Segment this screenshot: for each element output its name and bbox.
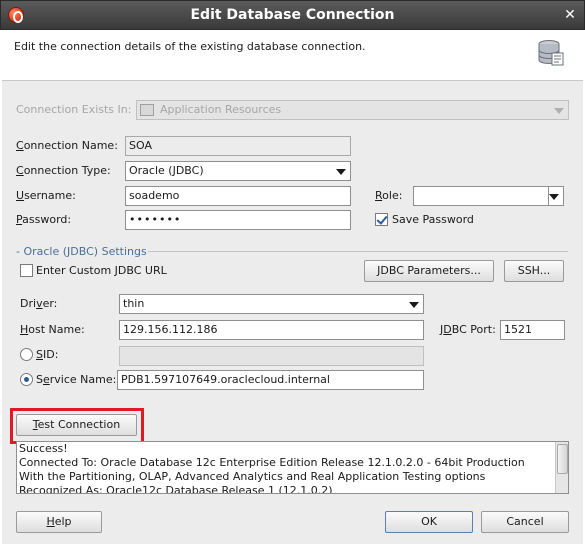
ok-button[interactable]: OK bbox=[385, 511, 473, 533]
driver-label: Driver: bbox=[20, 297, 58, 310]
connection-type-label: Connection Type: bbox=[16, 164, 111, 177]
sid-radio[interactable] bbox=[20, 348, 33, 361]
folder-icon bbox=[140, 104, 154, 116]
service-name-radio[interactable] bbox=[20, 373, 33, 386]
custom-jdbc-url-label: Enter Custom JDBC URL bbox=[36, 264, 167, 277]
log-scrollbar[interactable] bbox=[555, 442, 568, 493]
connection-name-label: Connection Name: bbox=[16, 139, 118, 152]
test-status-log[interactable]: Success! Connected To: Oracle Database 1… bbox=[16, 441, 569, 494]
username-field[interactable]: soademo bbox=[125, 186, 351, 206]
chevron-down-icon bbox=[554, 108, 564, 114]
driver-select[interactable]: thin bbox=[119, 294, 424, 314]
connection-name-field[interactable]: SOA bbox=[125, 136, 351, 156]
service-name-field[interactable]: PDB1.597107649.oraclecloud.internal bbox=[117, 370, 424, 390]
log-line: With the Partitioning, OLAP, Advanced An… bbox=[19, 470, 486, 483]
service-name-label: Service Name: bbox=[36, 373, 117, 386]
password-field[interactable]: ••••••• bbox=[125, 210, 351, 230]
connection-name-label-text: onnection Name: bbox=[23, 139, 118, 152]
save-password-label: Save Password bbox=[392, 213, 474, 226]
log-line: Recognized As: Oracle12c Database Releas… bbox=[19, 484, 333, 494]
save-password-checkbox[interactable] bbox=[375, 213, 388, 226]
role-select[interactable] bbox=[413, 186, 564, 206]
jdbc-port-field[interactable]: 1521 bbox=[500, 320, 565, 340]
dialog-header bbox=[2, 31, 583, 79]
log-line: Success! bbox=[19, 442, 68, 455]
jdbc-parameters-button[interactable]: JDBC Parameters... bbox=[364, 260, 494, 282]
connection-exists-in-value: Application Resources bbox=[160, 103, 282, 116]
scrollbar-thumb[interactable] bbox=[557, 444, 568, 474]
connection-exists-in-select[interactable]: Application Resources bbox=[136, 100, 569, 120]
driver-value: thin bbox=[123, 297, 145, 310]
chevron-down-icon bbox=[549, 194, 559, 200]
jdbc-settings-section-title: - Oracle (JDBC) Settings bbox=[16, 245, 147, 258]
window-title: Edit Database Connection bbox=[190, 7, 395, 23]
host-name-label: Host Name: bbox=[20, 323, 85, 336]
database-icon bbox=[538, 40, 564, 66]
role-label: Role: bbox=[375, 189, 403, 202]
password-label: Password: bbox=[16, 213, 72, 226]
connection-type-value: Oracle (JDBC) bbox=[129, 164, 204, 177]
header-description: Edit the connection details of the exist… bbox=[14, 40, 366, 53]
username-label: Username: bbox=[16, 189, 76, 202]
custom-jdbc-url-checkbox[interactable] bbox=[20, 264, 33, 277]
help-button[interactable]: Help bbox=[16, 511, 102, 533]
cancel-button[interactable]: Cancel bbox=[481, 511, 569, 533]
close-icon[interactable]: ✕ bbox=[562, 7, 578, 23]
host-name-field[interactable]: 129.156.112.186 bbox=[119, 320, 424, 340]
chevron-down-icon bbox=[336, 169, 346, 175]
chevron-down-icon bbox=[409, 302, 419, 308]
log-line: Connected To: Oracle Database 12c Enterp… bbox=[19, 456, 525, 469]
section-divider bbox=[148, 251, 568, 252]
test-connection-button[interactable]: Test Connection bbox=[16, 414, 137, 436]
connection-exists-in-label: Connection Exists In: bbox=[16, 103, 132, 116]
sid-label: SID: bbox=[36, 348, 59, 361]
ssh-button[interactable]: SSH... bbox=[504, 260, 564, 282]
connection-type-select[interactable]: Oracle (JDBC) bbox=[125, 161, 351, 181]
sid-field[interactable] bbox=[119, 346, 424, 366]
jdbc-port-label: JDBC Port: bbox=[440, 323, 496, 336]
